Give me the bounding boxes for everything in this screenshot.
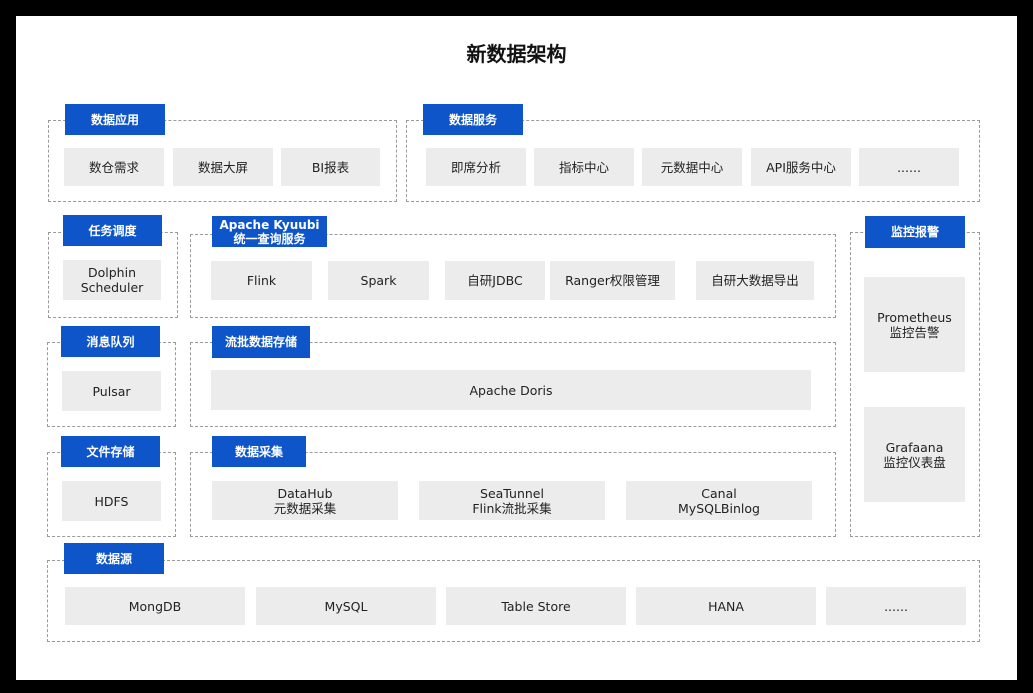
box-metric-center: 指标中心 xyxy=(534,148,634,186)
seatunnel-line1: SeaTunnel xyxy=(480,485,544,501)
box-mysql: MySQL xyxy=(256,587,436,625)
box-seatunnel: SeaTunnel Flink流批采集 xyxy=(419,481,605,520)
tag-mq: 消息队列 xyxy=(61,326,160,357)
box-ranger: Ranger权限管理 xyxy=(550,261,675,300)
canal-line2: MySQLBinlog xyxy=(678,500,760,516)
kyuubi-label-line2: 统一查询服务 xyxy=(233,231,306,246)
tag-kyuubi: Apache Kyuubi 统一查询服务 xyxy=(212,216,327,247)
box-spark: Spark xyxy=(328,261,429,300)
tag-file-storage: 文件存储 xyxy=(61,436,160,467)
dolphin-line1: Dolphin xyxy=(88,265,136,280)
canal-line1: Canal xyxy=(701,485,737,501)
box-adhoc-analysis: 即席分析 xyxy=(426,148,526,186)
box-tablestore: Table Store xyxy=(446,587,626,625)
tag-task-schedule: 任务调度 xyxy=(63,215,162,246)
box-datahub: DataHub 元数据采集 xyxy=(212,481,398,520)
tag-data-service: 数据服务 xyxy=(423,104,523,135)
tag-collection: 数据采集 xyxy=(212,436,306,467)
grafana-line2: 监控仪表盘 xyxy=(883,454,946,470)
prometheus-line2: 监控告警 xyxy=(889,324,940,340)
box-jdbc: 自研JDBC xyxy=(445,261,545,300)
box-dolphin-scheduler: Dolphin Scheduler xyxy=(63,260,161,300)
datahub-line2: 元数据采集 xyxy=(273,500,337,516)
kyuubi-label-line1: Apache Kyuubi xyxy=(219,217,320,232)
box-export: 自研大数据导出 xyxy=(696,261,814,300)
page-title: 新数据架构 xyxy=(466,42,567,66)
grafana-line1: Grafaana xyxy=(885,439,944,455)
datahub-line1: DataHub xyxy=(277,485,333,501)
box-flink: Flink xyxy=(211,261,312,300)
tag-data-app: 数据应用 xyxy=(65,104,165,135)
box-canal: Canal MySQLBinlog xyxy=(626,481,812,520)
box-hdfs: HDFS xyxy=(62,481,161,521)
box-grafana: Grafaana 监控仪表盘 xyxy=(864,407,965,502)
box-bi-report: BI报表 xyxy=(281,148,380,186)
seatunnel-line2: Flink流批采集 xyxy=(472,500,552,516)
box-doris: Apache Doris xyxy=(211,370,811,410)
box-datasource-more: ...... xyxy=(826,587,966,625)
tag-datasource: 数据源 xyxy=(64,543,164,574)
box-service-more: ...... xyxy=(859,148,959,186)
dolphin-line2: Scheduler xyxy=(80,280,144,295)
box-mongodb: MongDB xyxy=(65,587,245,625)
box-big-screen: 数据大屏 xyxy=(173,148,273,186)
box-pulsar: Pulsar xyxy=(62,371,161,411)
box-api-center: API服务中心 xyxy=(751,148,851,186)
box-metadata-center: 元数据中心 xyxy=(642,148,742,186)
box-prometheus: Prometheus 监控告警 xyxy=(864,277,965,372)
prometheus-line1: Prometheus xyxy=(877,309,952,325)
tag-storage: 流批数据存储 xyxy=(212,326,310,358)
box-hana: HANA xyxy=(636,587,816,625)
box-warehouse-demand: 数仓需求 xyxy=(64,148,164,186)
tag-monitor: 监控报警 xyxy=(865,216,965,248)
